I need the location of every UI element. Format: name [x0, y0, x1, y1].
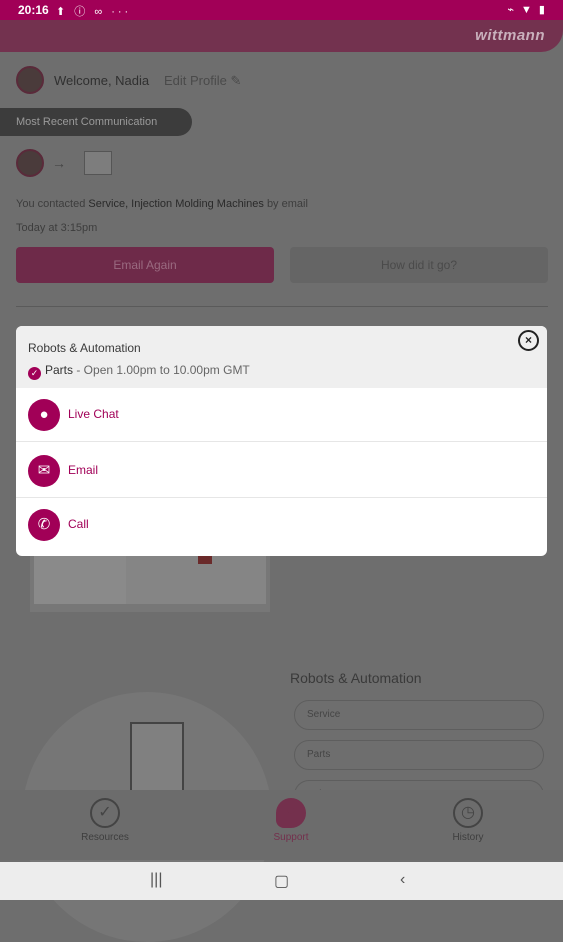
- dialog-title: Robots & Automation: [28, 341, 141, 355]
- call-label: Call: [68, 517, 89, 531]
- contact-options-dialog: Robots & Automation ✓ Parts - Open 1.00pm…: [16, 326, 547, 556]
- section-title: Robots & Automation: [290, 670, 422, 686]
- brand-logo: wittmann: [475, 27, 545, 44]
- welcome-text: Welcome, Nadia: [54, 73, 150, 88]
- parts-option[interactable]: Parts: [294, 740, 544, 770]
- comm-subject: Service, Injection Molding Machines: [88, 198, 264, 210]
- communication-time: Today at 3:15pm: [16, 222, 98, 234]
- chat-icon: ●: [276, 798, 306, 828]
- back-icon[interactable]: ‹: [400, 871, 405, 889]
- call-option[interactable]: ✆ Call: [16, 498, 547, 552]
- clock-icon: ◷: [453, 798, 483, 828]
- nav-resources[interactable]: ✓ Resources: [45, 798, 165, 843]
- home-icon[interactable]: ▢: [274, 871, 289, 891]
- opening-hours: - Open 1.00pm to 10.00pm GMT: [73, 363, 250, 377]
- phone-icon: ✆: [28, 509, 60, 541]
- department-hours: ✓ Parts - Open 1.00pm to 10.00pm GMT: [28, 363, 250, 380]
- machines-image: [30, 552, 270, 612]
- nav-support[interactable]: ● Support: [231, 798, 351, 843]
- machine-shape: [34, 556, 130, 604]
- nav-support-label: Support: [273, 832, 309, 843]
- machine-shape: [126, 552, 266, 604]
- chat-bubble-icon: ●: [28, 399, 60, 431]
- how-did-it-go-button[interactable]: How did it go?: [290, 247, 548, 283]
- service-option[interactable]: Service: [294, 700, 544, 730]
- system-nav-bar: ||| ▢ ‹: [0, 862, 563, 900]
- email-option[interactable]: ✉ Email: [16, 444, 547, 498]
- close-icon[interactable]: ×: [518, 330, 539, 351]
- arrow-right-icon: →: [52, 155, 66, 171]
- clock: 20:16: [18, 3, 49, 17]
- check-circle-icon: ✓: [90, 798, 120, 828]
- envelope-icon: ✉: [28, 455, 60, 487]
- check-icon: ✓: [28, 367, 41, 380]
- nav-history[interactable]: ◷ History: [408, 798, 528, 843]
- notification-icons: ⬆ ⓘ ∞ ···: [56, 6, 132, 18]
- comm-suffix: by email: [266, 198, 308, 210]
- welcome-row: Welcome, Nadia Edit Profile ✎: [16, 66, 241, 96]
- nav-history-label: History: [452, 832, 484, 843]
- email-again-button[interactable]: Email Again: [16, 247, 274, 283]
- communication-row: →: [16, 149, 112, 177]
- pencil-icon: ✎: [230, 73, 242, 88]
- live-chat-label: Live Chat: [68, 407, 119, 421]
- app-header: wittmann: [0, 20, 563, 52]
- divider: [16, 306, 548, 307]
- most-recent-communication-label: Most Recent Communication: [0, 108, 192, 136]
- recents-icon[interactable]: |||: [150, 871, 162, 889]
- machine-thumbnail: [84, 151, 112, 175]
- avatar[interactable]: [16, 66, 44, 94]
- user-avatar: [16, 149, 44, 177]
- bottom-nav: ✓ Resources ● Support ◷ History: [0, 790, 563, 860]
- live-chat-option[interactable]: ● Live Chat: [16, 388, 547, 442]
- dialog-header: Robots & Automation ✓ Parts - Open 1.00pm…: [16, 326, 547, 388]
- edit-profile-link[interactable]: Edit Profile ✎: [164, 73, 241, 89]
- department-name: Parts: [45, 363, 74, 377]
- status-bar: 20:16 ⬆ ⓘ ∞ ··· ⌁ ▼ ▮: [0, 0, 563, 20]
- email-label: Email: [68, 463, 99, 477]
- edit-profile-label: Edit Profile: [164, 73, 227, 88]
- system-status-icons: ⌁ ▼ ▮: [507, 4, 547, 16]
- comm-prefix: You contacted: [16, 198, 86, 210]
- communication-summary: You contacted Service, Injection Molding…: [16, 198, 308, 210]
- nav-resources-label: Resources: [81, 832, 129, 843]
